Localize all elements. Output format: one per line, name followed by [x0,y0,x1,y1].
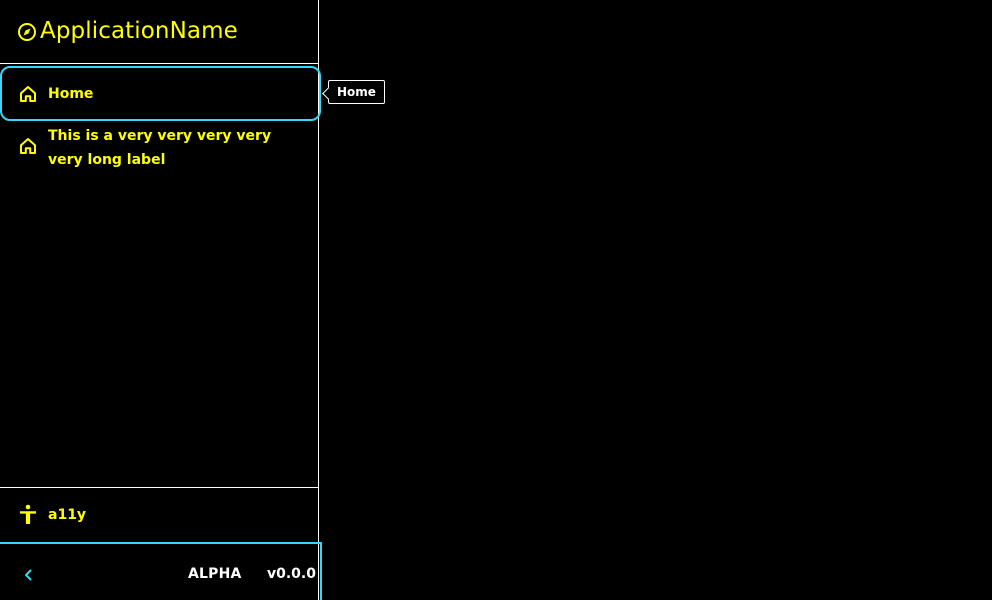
home-icon [17,83,39,105]
sidebar: ApplicationName Home This is a very very… [0,0,322,600]
home-tooltip: Home [328,80,385,104]
app-window: ApplicationName Home This is a very very… [0,0,992,600]
stage-label: ALPHA [188,566,242,582]
version-label: v0.0.0 [267,566,316,582]
primary-navigation: Home This is a very very very very very … [0,66,321,181]
sidebar-item-label: This is a very very very very very long … [48,128,272,168]
accessibility-icon [17,504,39,526]
home-icon [17,135,39,157]
chevron-left-icon [21,568,35,582]
sidebar-item-label: a11y [48,507,87,523]
app-title: ApplicationName [40,18,238,44]
app-header: ApplicationName [0,0,319,64]
sidebar-footer: ALPHA v0.0.0 [0,542,322,600]
sidebar-item-label: Home [48,85,94,102]
compass-icon [16,21,38,43]
sidebar-item-long-label[interactable]: This is a very very very very very long … [0,124,319,181]
sidebar-item-home[interactable]: Home [0,66,321,121]
sidebar-item-a11y[interactable]: a11y [0,488,319,542]
collapse-sidebar-button[interactable] [18,565,38,585]
